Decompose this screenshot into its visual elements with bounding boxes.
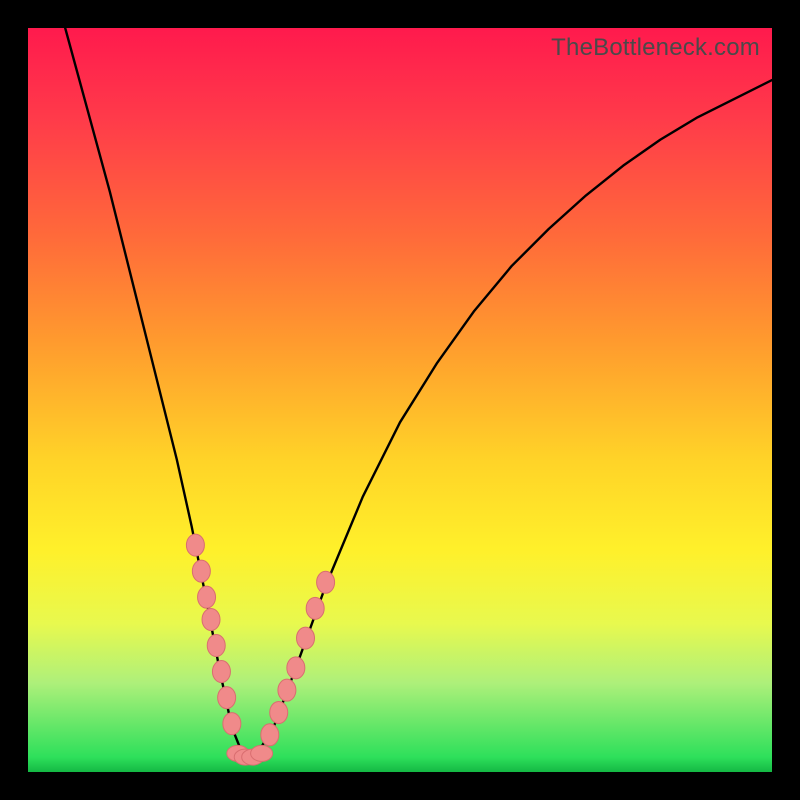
chart-svg: [28, 28, 772, 772]
bottleneck-curve: [65, 28, 772, 757]
data-marker: [186, 534, 204, 556]
data-marker: [297, 627, 315, 649]
data-marker: [251, 745, 273, 761]
data-marker: [207, 635, 225, 657]
data-marker: [223, 713, 241, 735]
data-marker: [270, 701, 288, 723]
data-marker: [202, 608, 220, 630]
plot-area: TheBottleneck.com: [28, 28, 772, 772]
data-marker: [218, 687, 236, 709]
data-marker: [261, 724, 279, 746]
data-marker: [278, 679, 296, 701]
data-marker: [306, 597, 324, 619]
data-marker: [198, 586, 216, 608]
data-marker: [192, 560, 210, 582]
data-marker: [287, 657, 305, 679]
data-marker: [317, 571, 335, 593]
chart-frame: TheBottleneck.com: [0, 0, 800, 800]
data-marker: [212, 661, 230, 683]
